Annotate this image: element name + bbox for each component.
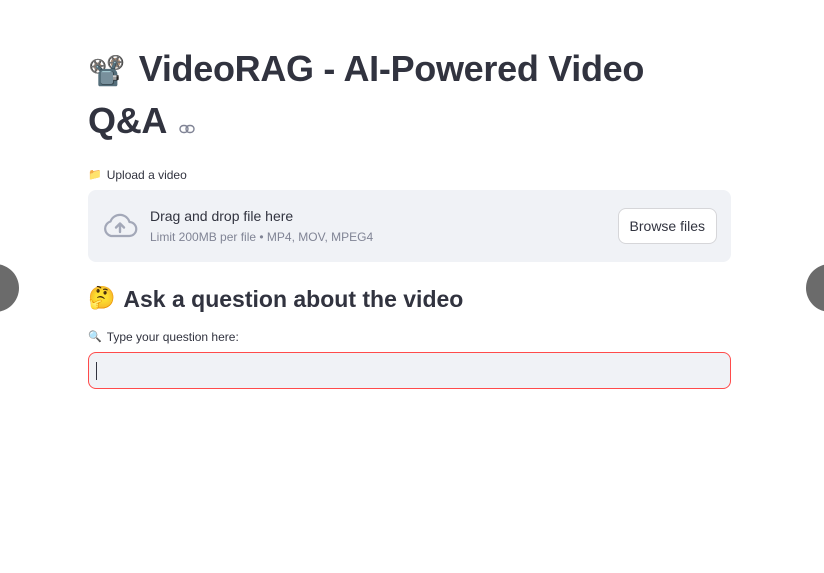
question-input[interactable] bbox=[88, 351, 731, 389]
question-label: 🔍 Type your question here: bbox=[88, 330, 731, 344]
thinking-face-icon: 🤔 bbox=[88, 285, 116, 311]
dropzone-text: Drag and drop file here Limit 200MB per … bbox=[150, 207, 373, 244]
cloud-upload-icon bbox=[102, 208, 138, 244]
film-projector-icon: 📽️ bbox=[88, 54, 126, 89]
folder-icon: 📁 bbox=[88, 167, 102, 181]
upload-label-text: Upload a video bbox=[106, 167, 187, 182]
scroll-right-handle[interactable] bbox=[806, 264, 824, 312]
page-title-text: VideoRAG - AI-Powered Video Q&A bbox=[88, 48, 645, 141]
question-label-text: Type your question here: bbox=[106, 329, 239, 344]
question-header-text: Ask a question about the video bbox=[123, 285, 464, 312]
question-header: 🤔 Ask a question about the video bbox=[88, 284, 731, 314]
main-content: 📽️ VideoRAG - AI-Powered Video Q&A 📁 Upl… bbox=[88, 44, 731, 389]
text-caret bbox=[96, 361, 97, 380]
dropzone-instructions: Drag and drop file here bbox=[150, 208, 294, 225]
file-dropzone[interactable]: Drag and drop file here Limit 200MB per … bbox=[88, 189, 731, 262]
upload-label: 📁 Upload a video bbox=[88, 168, 731, 182]
scroll-left-handle[interactable] bbox=[0, 264, 19, 312]
dropzone-limits: Limit 200MB per file • MP4, MOV, MPEG4 bbox=[150, 230, 374, 245]
magnifier-icon: 🔍 bbox=[88, 329, 102, 343]
anchor-link-icon[interactable] bbox=[179, 97, 196, 146]
browse-files-button[interactable]: Browse files bbox=[617, 207, 717, 244]
page-title: 📽️ VideoRAG - AI-Powered Video Q&A bbox=[88, 44, 731, 146]
